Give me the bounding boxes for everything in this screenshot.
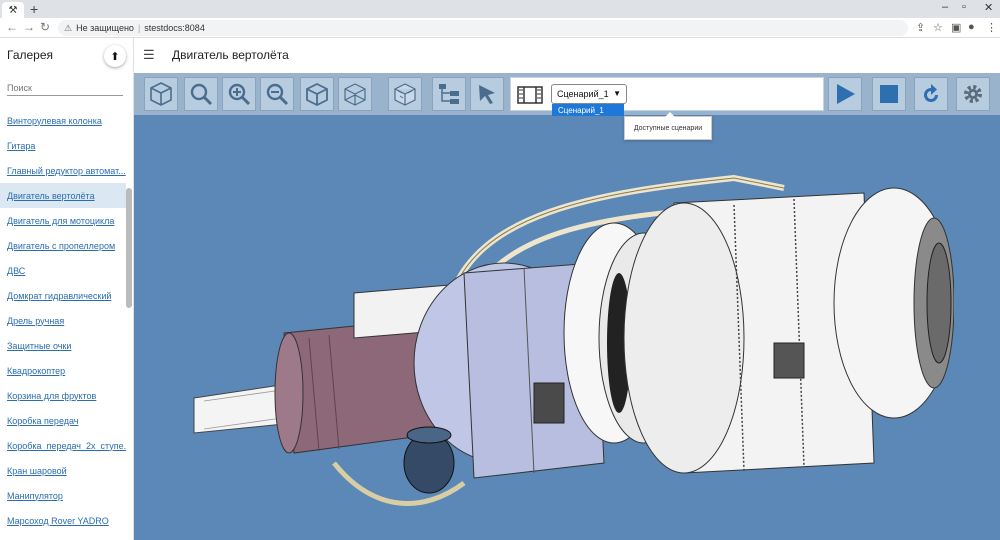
wireframe-view-button[interactable] (338, 77, 372, 111)
upload-button[interactable]: ⬆ (104, 45, 126, 67)
zoom-out-button[interactable] (260, 77, 294, 111)
gallery-list-item[interactable]: Домкрат гидравлический (0, 283, 126, 308)
3d-viewport[interactable]: Сценарий_1 ▼ Сценарий_1 Доступные сценар… (134, 73, 1000, 540)
address-bar: ← → ↻ ⚠ Не защищено | stestdocs:8084 ⇪ ☆… (0, 18, 1000, 38)
gallery-list-item[interactable]: Квадрокоптер (0, 358, 126, 383)
gallery-list-item[interactable]: Винторулевая колонка (0, 108, 126, 133)
search-input[interactable] (7, 80, 123, 96)
gallery-list-item[interactable]: Коробка_передач_2х_ступе... (0, 433, 126, 458)
window-minimize-icon[interactable]: – (942, 1, 948, 13)
chevron-down-icon: ▼ (613, 89, 621, 98)
url-text: stestdocs:8084 (144, 23, 205, 33)
zoom-in-icon (228, 83, 251, 106)
tree-structure-icon (439, 84, 459, 104)
reload-icon[interactable]: ↻ (40, 20, 50, 34)
gallery-list-item[interactable]: Кран шаровой (0, 458, 126, 483)
zoom-in-button[interactable] (222, 77, 256, 111)
url-separator: | (137, 23, 141, 33)
replay-button[interactable] (914, 77, 948, 111)
shaded-view-button[interactable] (300, 77, 334, 111)
new-tab-icon[interactable]: + (30, 1, 38, 17)
gallery-list: Винторулевая колонка Гитара Главный редукт… (0, 108, 126, 533)
browser-tab[interactable]: ⚒ (2, 2, 24, 18)
profile-icon[interactable]: ● (968, 21, 975, 33)
zoom-out-icon (266, 83, 289, 106)
isometric-cube-icon (150, 82, 172, 106)
stop-button[interactable] (872, 77, 906, 111)
window-close-icon[interactable]: ✕ (984, 1, 993, 14)
gallery-list-item[interactable]: Двигатель с пропеллером (0, 233, 126, 258)
window-restore-icon[interactable]: ▫ (962, 1, 966, 13)
scroll-thumb[interactable] (126, 188, 132, 308)
tools-icon: ⚒ (8, 4, 18, 16)
magnifier-icon (190, 83, 213, 106)
url-field[interactable]: ⚠ Не защищено | stestdocs:8084 (58, 20, 908, 36)
model-tree-button[interactable] (432, 77, 466, 111)
gallery-sidebar: Галерея ⬆ Винторулевая колонкаГитараГлав… (0, 38, 134, 540)
transparent-view-button[interactable] (388, 77, 422, 111)
browser-tab-strip: ⚒ + – ▫ ✕ (0, 0, 1000, 18)
gallery-list-item[interactable]: Гитара (0, 133, 126, 158)
stop-icon (880, 85, 898, 103)
settings-button[interactable] (956, 77, 990, 111)
side-panel-icon[interactable]: ▣ (951, 21, 961, 34)
gallery-list-item[interactable]: ДВС (0, 258, 126, 283)
warning-icon: ⚠ (64, 22, 73, 33)
gallery-list-item[interactable]: Защитные очки (0, 333, 126, 358)
upload-icon: ⬆ (110, 50, 120, 63)
scenario-select[interactable]: Сценарий_1 ▼ (551, 84, 627, 104)
bookmark-star-icon[interactable]: ☆ (933, 21, 943, 34)
play-button[interactable] (828, 77, 862, 111)
film-strip-icon (517, 86, 543, 104)
back-icon[interactable]: ← (6, 20, 18, 34)
transparent-cube-icon (394, 83, 416, 106)
select-tool-button[interactable] (470, 77, 504, 111)
gallery-list-item[interactable]: Коробка передач (0, 408, 126, 433)
view-cube-button[interactable] (144, 77, 178, 111)
gallery-list-item[interactable]: Дрель ручная (0, 308, 126, 333)
solid-cube-icon (306, 82, 328, 107)
scenario-select-value: Сценарий_1 (557, 89, 609, 99)
gear-icon (964, 85, 982, 103)
helicopter-engine-model (193, 174, 954, 506)
app-header: ☰ Двигатель вертолёта (134, 38, 1000, 73)
page-title: Двигатель вертолёта (172, 48, 289, 62)
gallery-list-item[interactable]: Двигатель вертолёта (0, 183, 126, 208)
gallery-title: Галерея (7, 48, 54, 62)
url-warning-text: Не защищено (76, 23, 134, 33)
forward-icon[interactable]: → (23, 20, 35, 34)
wireframe-cube-icon (344, 83, 366, 106)
gallery-list-item[interactable]: Манипулятор (0, 483, 126, 508)
cursor-arrow-icon (479, 85, 495, 104)
zoom-fit-button[interactable] (184, 77, 218, 111)
gallery-list-item[interactable]: Марсоход Rover YADRO (0, 508, 126, 533)
gallery-list-item[interactable]: Главный редуктор автомат... (0, 158, 126, 183)
sidebar-scrollbar[interactable] (126, 108, 132, 540)
gallery-list-item[interactable]: Двигатель для мотоцикла (0, 208, 126, 233)
replay-icon (924, 84, 938, 102)
share-icon[interactable]: ⇪ (916, 21, 925, 34)
scenario-option[interactable]: Сценарий_1 (552, 104, 624, 116)
more-menu-icon[interactable]: ⋮ (986, 21, 997, 34)
hamburger-menu-icon[interactable]: ☰ (143, 47, 155, 63)
play-icon (837, 84, 855, 104)
gallery-list-item[interactable]: Корзина для фруктов (0, 383, 126, 408)
